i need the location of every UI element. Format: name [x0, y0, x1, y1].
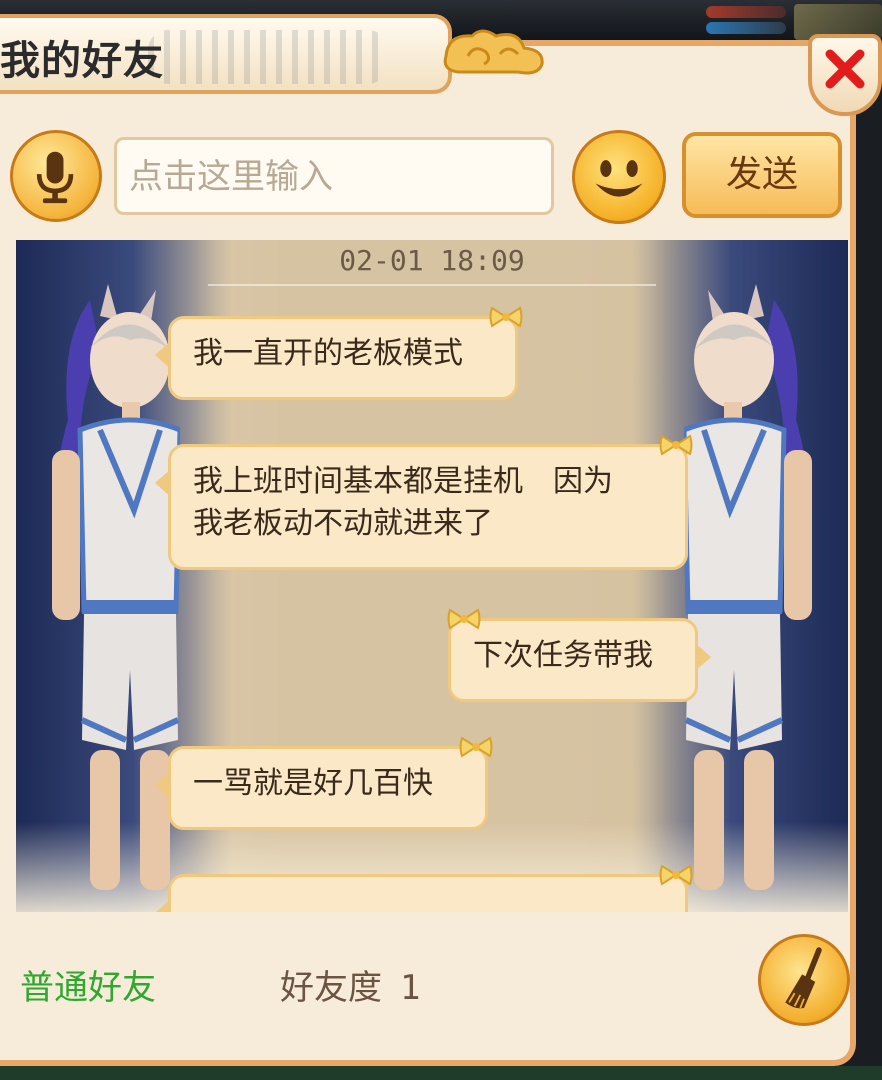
friend-avatar-portrait — [52, 284, 180, 890]
bubble-tail — [155, 771, 171, 799]
message-input-wrapper — [114, 137, 554, 215]
close-icon — [825, 49, 865, 89]
intimacy-label: 好友度 — [280, 968, 382, 1008]
message-text: 下次任务带我 — [473, 638, 653, 673]
message-bubble[interactable]: 我上班时间基本都是挂机 因为 我老板动不动就进来了 — [155, 434, 693, 570]
message-text: 我一直开的老板模式 — [193, 336, 463, 371]
microphone-icon — [36, 151, 74, 204]
page-title: 我的好友 — [0, 38, 164, 84]
clear-history-button[interactable] — [758, 934, 850, 1026]
timestamp-divider — [208, 284, 656, 286]
bubble-tail — [695, 643, 711, 671]
bubble-tail — [155, 469, 171, 497]
title-decoration — [148, 30, 388, 84]
self-avatar-portrait — [684, 284, 812, 890]
chat-history[interactable]: 02-01 18:09 我一直开的老板模式 我上班时间基本都是挂机 因为 我老板… — [16, 240, 848, 912]
bow-decoration-icon — [659, 864, 693, 886]
message-bubble-self[interactable]: 下次任务带我 — [447, 608, 711, 702]
health-bar — [706, 6, 786, 18]
message-text-line: 我老板动不动就进来了 — [193, 506, 493, 541]
bow-decoration-icon — [659, 434, 693, 456]
bow-decoration-icon — [447, 608, 481, 630]
message-bubble[interactable] — [155, 864, 693, 912]
bubble-tail — [155, 341, 171, 369]
title-tab: 我的好友 — [0, 14, 452, 94]
message-text: 一骂就是好几百快 — [193, 766, 433, 801]
voice-input-button[interactable] — [10, 130, 102, 222]
message-bubble[interactable]: 一骂就是好几百快 — [155, 736, 493, 830]
bubble-tail — [155, 899, 171, 912]
emoji-button[interactable] — [572, 130, 666, 224]
mana-bar — [706, 22, 786, 34]
intimacy-display: 好友度 1 — [280, 960, 420, 1009]
bow-decoration-icon — [459, 736, 493, 758]
intimacy-value: 1 — [400, 968, 421, 1008]
smiley-icon — [595, 160, 643, 197]
close-button[interactable] — [808, 34, 882, 116]
bow-decoration-icon — [489, 306, 523, 328]
message-input[interactable] — [127, 148, 541, 206]
relation-type-label: 普通好友 — [20, 968, 156, 1008]
bottom-hud-strip — [0, 1066, 882, 1080]
cloud-ornament-icon — [443, 29, 544, 75]
message-text-line: 我上班时间基本都是挂机 因为 — [193, 464, 613, 499]
broom-icon — [785, 947, 822, 1009]
send-button[interactable]: 发送 — [682, 132, 842, 218]
message-bubble[interactable]: 我一直开的老板模式 — [155, 306, 523, 400]
message-timestamp: 02-01 18:09 — [339, 244, 525, 277]
